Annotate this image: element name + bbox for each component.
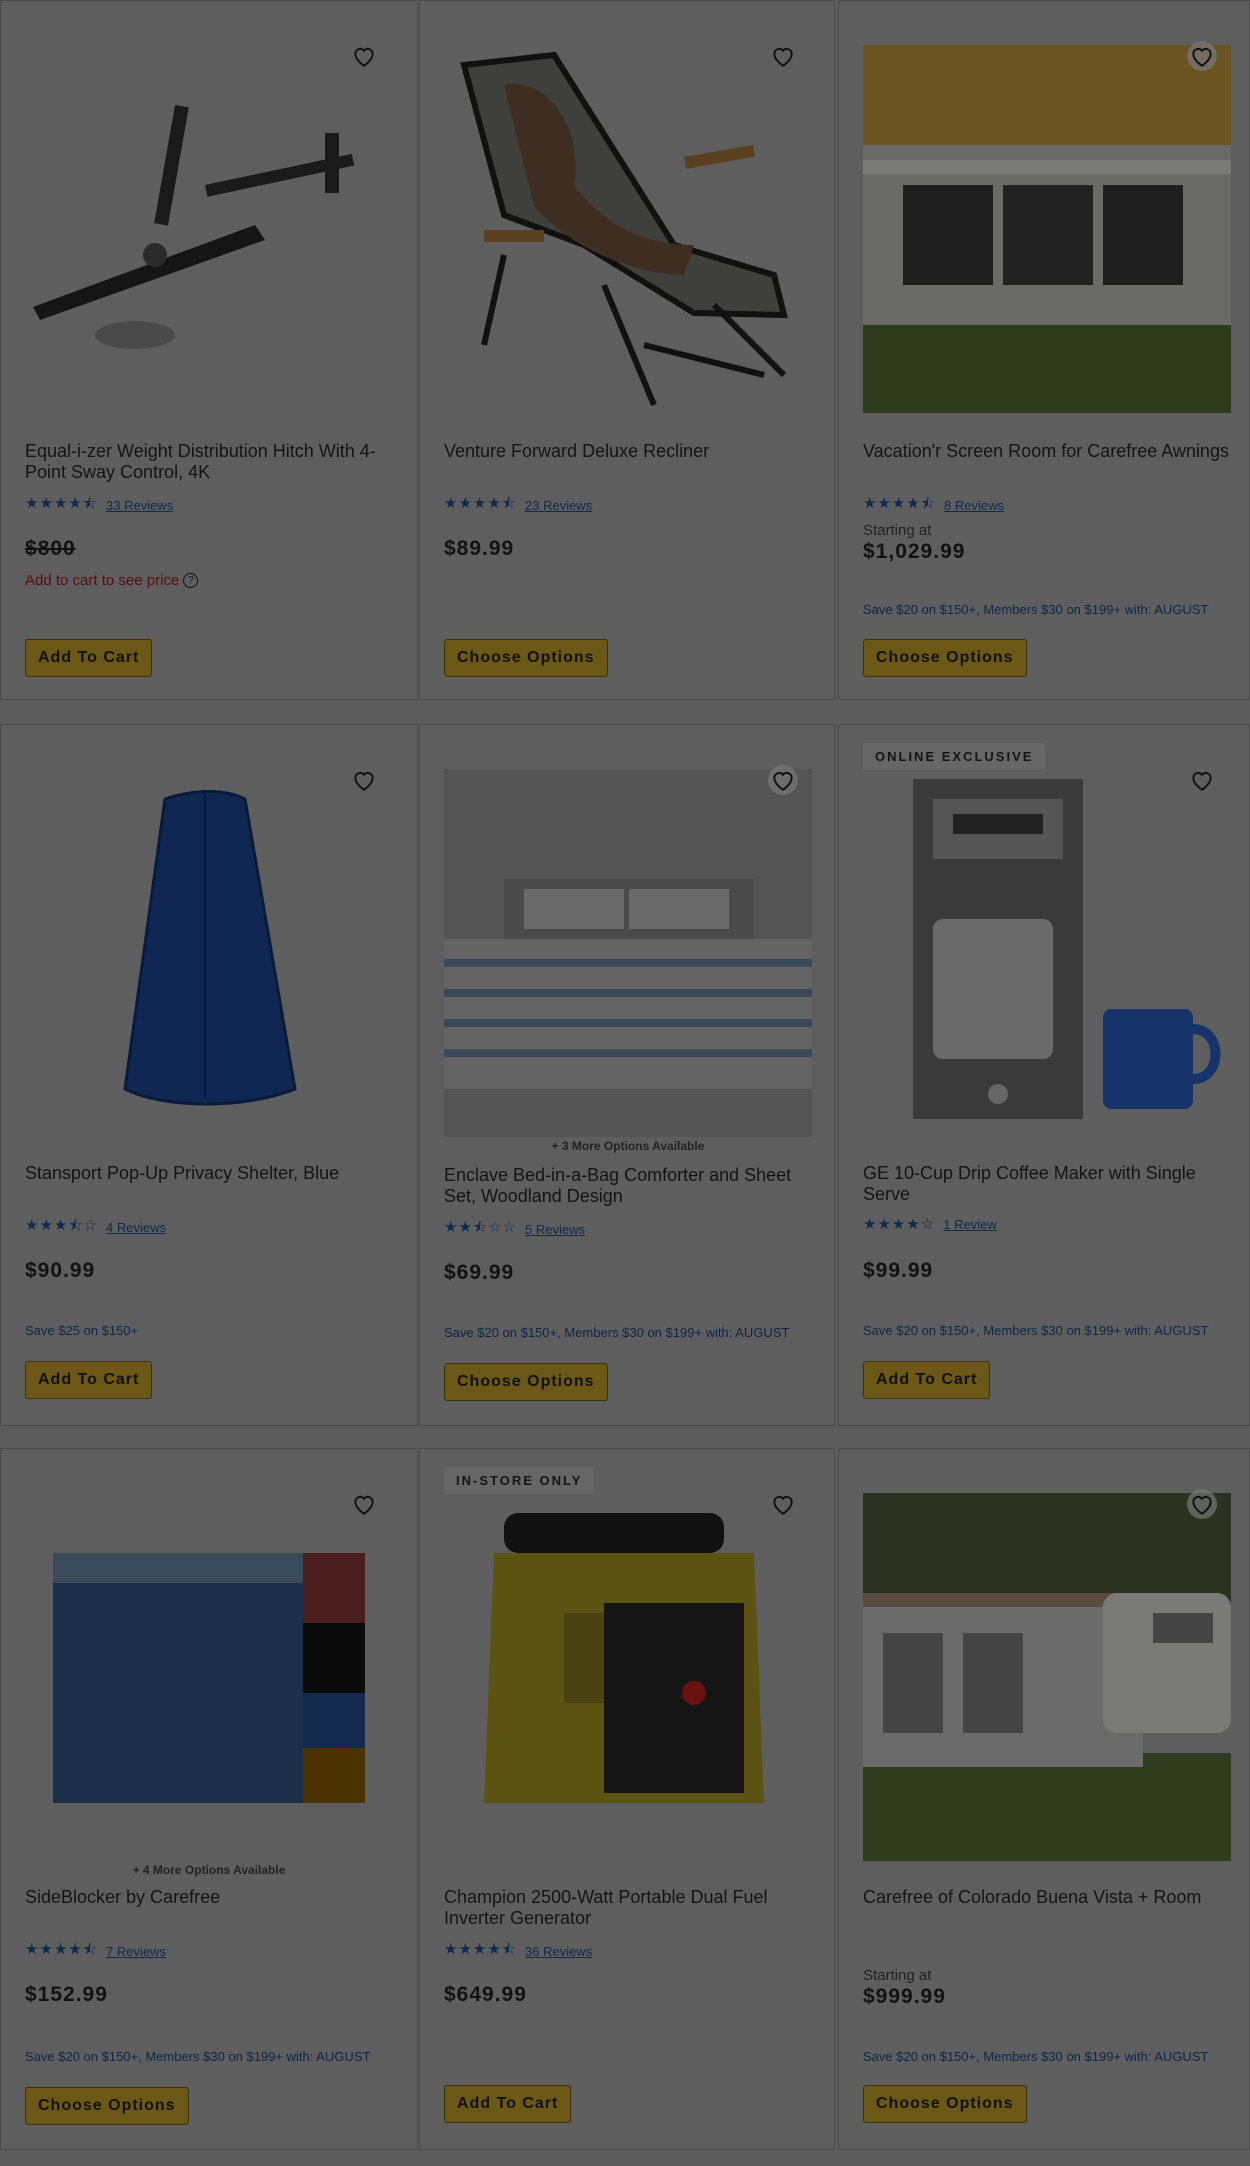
wishlist-heart-icon[interactable]	[768, 765, 798, 795]
choose-options-button[interactable]: Choose Options	[25, 2087, 189, 2125]
star-rating-icon: ★★★★⯪	[25, 495, 98, 512]
product-image[interactable]	[863, 45, 1231, 413]
product-card[interactable]: Carefree of Colorado Buena Vista + Room …	[838, 1448, 1250, 2150]
product-card[interactable]: Venture Forward Deluxe Recliner ★★★★⯪ 23 …	[419, 0, 835, 700]
reviews-link[interactable]: 4 Reviews	[106, 1220, 166, 1235]
product-card[interactable]: + 3 More Options Available Enclave Bed-i…	[419, 724, 835, 1426]
product-title[interactable]: Equal-i-zer Weight Distribution Hitch Wi…	[25, 441, 395, 483]
promo-text: Save $20 on $150+, Members $30 on $199+ …	[863, 2049, 1209, 2064]
wishlist-heart-icon[interactable]	[768, 41, 798, 71]
choose-options-button[interactable]: Choose Options	[444, 1363, 608, 1401]
choose-options-button[interactable]: Choose Options	[863, 2085, 1027, 2123]
product-price: $152.99	[25, 1983, 108, 2006]
product-image[interactable]	[25, 769, 393, 1137]
cart-price-note: Add to cart to see price?	[25, 572, 199, 589]
product-image[interactable]	[25, 1493, 393, 1861]
product-rating: ★★★★⯪ 33 Reviews	[25, 493, 173, 518]
reviews-link[interactable]: 7 Reviews	[106, 1944, 166, 1959]
product-image[interactable]	[863, 769, 1231, 1137]
more-options-label: + 3 More Options Available	[551, 1139, 705, 1153]
more-options-label: + 4 More Options Available	[132, 1863, 286, 1877]
product-title[interactable]: Carefree of Colorado Buena Vista + Room	[863, 1887, 1233, 1908]
wishlist-heart-icon[interactable]	[768, 1489, 798, 1519]
product-title[interactable]: Stansport Pop-Up Privacy Shelter, Blue	[25, 1163, 395, 1184]
product-price: $99.99	[863, 1259, 934, 1282]
star-rating-icon: ★★★★⯪	[25, 1941, 98, 1958]
product-image[interactable]	[444, 769, 812, 1137]
reviews-link[interactable]: 1 Review	[943, 1217, 996, 1232]
star-rating-icon: ★★★★☆	[863, 1216, 936, 1233]
star-rating-icon: ★★★★⯪	[444, 495, 517, 512]
star-rating-icon: ★★★⯪☆	[25, 1217, 98, 1234]
star-rating-icon: ★★★★⯪	[863, 495, 936, 512]
reviews-link[interactable]: 36 Reviews	[525, 1944, 592, 1959]
product-rating: ★★⯪☆☆ 5 Reviews	[444, 1217, 585, 1242]
product-image[interactable]	[444, 1493, 812, 1861]
promo-text: Save $25 on $150+	[25, 1323, 139, 1338]
product-price: $90.99	[25, 1259, 96, 1282]
online-exclusive-badge: ONLINE EXCLUSIVE	[863, 743, 1046, 770]
wishlist-heart-icon[interactable]	[1187, 765, 1217, 795]
product-title[interactable]: Champion 2500-Watt Portable Dual Fuel In…	[444, 1887, 814, 1929]
choose-options-button[interactable]: Choose Options	[863, 639, 1027, 677]
product-card[interactable]: + 4 More Options Available SideBlocker b…	[0, 1448, 418, 2150]
product-rating: ★★★★⯪ 23 Reviews	[444, 493, 592, 518]
cart-note-text: Add to cart to see price	[25, 572, 180, 589]
reviews-link[interactable]: 23 Reviews	[525, 498, 592, 513]
promo-text: Save $20 on $150+, Members $30 on $199+ …	[863, 602, 1209, 617]
product-card[interactable]: Equal-i-zer Weight Distribution Hitch Wi…	[0, 0, 418, 700]
add-to-cart-button[interactable]: Add To Cart	[25, 639, 153, 677]
starting-at-label: Starting at	[863, 1967, 932, 1984]
promo-text: Save $20 on $150+, Members $30 on $199+ …	[25, 2049, 371, 2064]
add-to-cart-button[interactable]: Add To Cart	[863, 1361, 991, 1399]
product-card[interactable]: Vacation'r Screen Room for Carefree Awni…	[838, 0, 1250, 700]
product-price: $999.99	[863, 1985, 946, 2008]
product-title[interactable]: SideBlocker by Carefree	[25, 1887, 395, 1908]
in-store-only-badge: IN-STORE ONLY	[444, 1467, 595, 1494]
choose-options-button[interactable]: Choose Options	[444, 639, 608, 677]
reviews-link[interactable]: 8 Reviews	[944, 498, 1004, 513]
wishlist-heart-icon[interactable]	[349, 1489, 379, 1519]
wishlist-heart-icon[interactable]	[1187, 41, 1217, 71]
product-card[interactable]: IN-STORE ONLY Champion 2500-Watt Portabl…	[419, 1448, 835, 2150]
help-icon[interactable]: ?	[183, 573, 199, 588]
product-price: $69.99	[444, 1261, 515, 1284]
add-to-cart-button[interactable]: Add To Cart	[25, 1361, 153, 1399]
product-title[interactable]: Venture Forward Deluxe Recliner	[444, 441, 814, 462]
wishlist-heart-icon[interactable]	[349, 41, 379, 71]
product-rating: ★★★★⯪ 8 Reviews	[863, 493, 1004, 518]
promo-text: Save $20 on $150+, Members $30 on $199+ …	[863, 1323, 1209, 1338]
product-price: $1,029.99	[863, 540, 966, 563]
product-title[interactable]: GE 10-Cup Drip Coffee Maker with Single …	[863, 1163, 1233, 1205]
product-card[interactable]: ONLINE EXCLUSIVE GE 10-Cup Drip Coffee M…	[838, 724, 1250, 1426]
product-price: $649.99	[444, 1983, 527, 2006]
reviews-link[interactable]: 5 Reviews	[525, 1222, 585, 1237]
product-title[interactable]: Enclave Bed-in-a-Bag Comforter and Sheet…	[444, 1165, 814, 1207]
product-rating: ★★★★☆ 1 Review	[863, 1215, 997, 1233]
product-image[interactable]	[25, 45, 393, 413]
product-image[interactable]	[444, 45, 812, 413]
product-rating: ★★★★⯪ 7 Reviews	[25, 1939, 166, 1964]
promo-text: Save $20 on $150+, Members $30 on $199+ …	[444, 1325, 790, 1340]
star-rating-icon: ★★★★⯪	[444, 1941, 517, 1958]
product-rating: ★★★★⯪ 36 Reviews	[444, 1939, 592, 1964]
product-price: $89.99	[444, 537, 515, 560]
add-to-cart-button[interactable]: Add To Cart	[444, 2085, 572, 2123]
product-price: $800	[25, 537, 76, 560]
wishlist-heart-icon[interactable]	[349, 765, 379, 795]
product-card[interactable]: Stansport Pop-Up Privacy Shelter, Blue ★…	[0, 724, 418, 1426]
reviews-link[interactable]: 33 Reviews	[106, 498, 173, 513]
wishlist-heart-icon[interactable]	[1187, 1489, 1217, 1519]
product-image[interactable]	[863, 1493, 1231, 1861]
star-rating-icon: ★★⯪☆☆	[444, 1219, 517, 1236]
product-rating: ★★★⯪☆ 4 Reviews	[25, 1215, 166, 1240]
product-title[interactable]: Vacation'r Screen Room for Carefree Awni…	[863, 441, 1233, 462]
starting-at-label: Starting at	[863, 522, 932, 539]
